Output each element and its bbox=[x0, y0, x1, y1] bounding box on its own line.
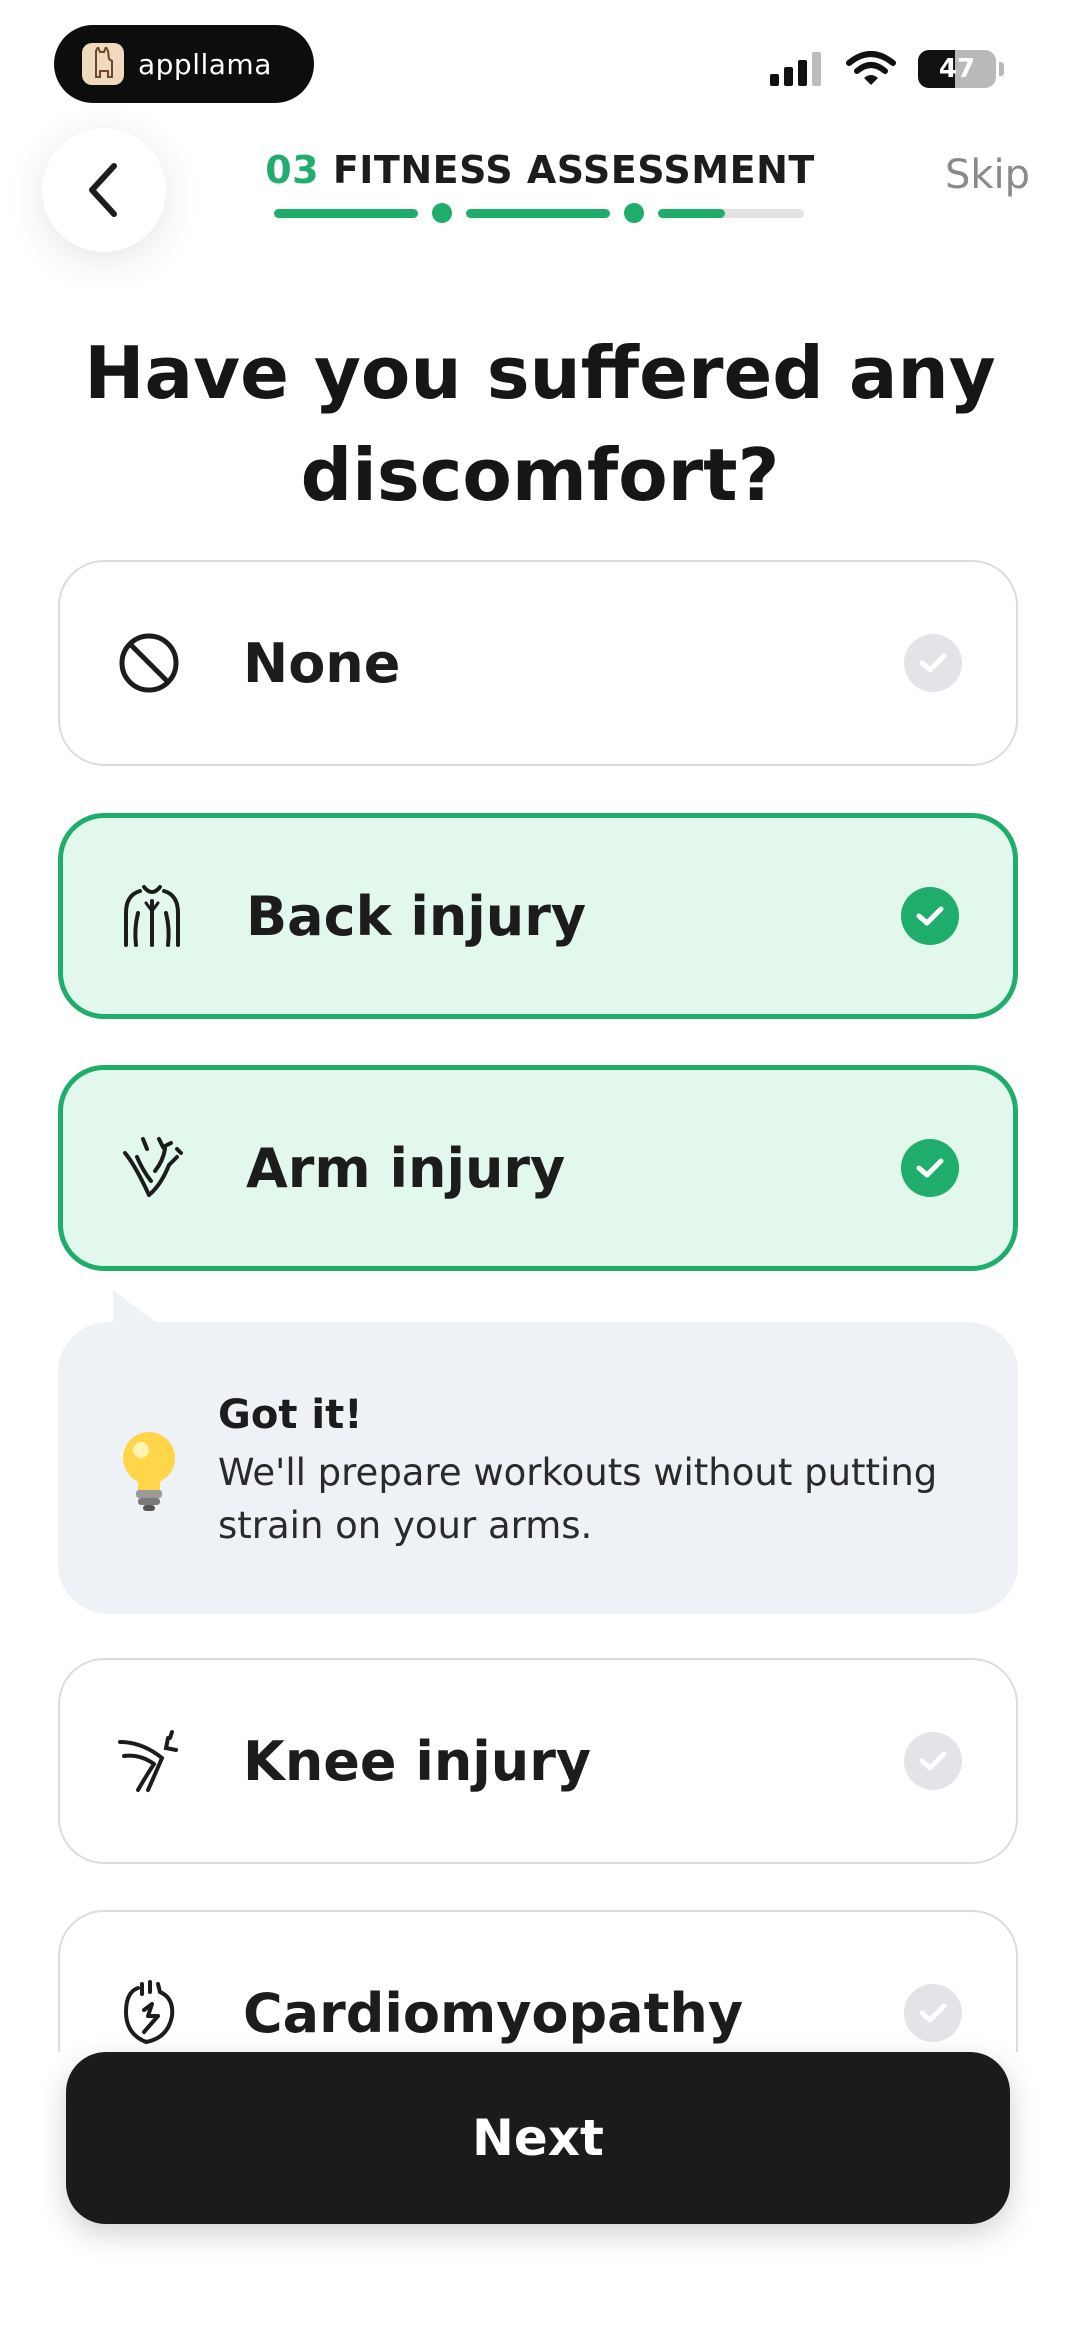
option-label: Cardiomyopathy bbox=[243, 1981, 744, 2045]
step-number: 03 bbox=[265, 148, 320, 192]
option-none[interactable]: None bbox=[58, 560, 1018, 766]
info-body: We'll prepare workouts without putting s… bbox=[218, 1451, 938, 1547]
status-icons: 47 bbox=[770, 50, 1004, 88]
block-icon bbox=[114, 628, 184, 698]
step-header: 03 FITNESS ASSESSMENT bbox=[0, 148, 1080, 192]
progress-dot bbox=[432, 203, 452, 223]
step-title: FITNESS ASSESSMENT bbox=[332, 148, 815, 192]
battery-level: 47 bbox=[938, 54, 976, 84]
screen: appllama 47 03 FITNESS ASSESSMENT Skip H… bbox=[0, 0, 1080, 2337]
back-icon bbox=[117, 881, 187, 951]
option-back-injury[interactable]: Back injury bbox=[58, 813, 1018, 1019]
option-label: Back injury bbox=[246, 884, 587, 948]
check-icon bbox=[904, 1732, 962, 1790]
wifi-icon bbox=[846, 51, 896, 85]
info-title: Got it! bbox=[218, 1392, 363, 1438]
check-icon bbox=[901, 887, 959, 945]
option-label: Arm injury bbox=[246, 1136, 566, 1200]
brand-pill: appllama bbox=[54, 25, 314, 103]
question-title: Have you suffered any discomfort? bbox=[84, 331, 996, 517]
option-arm-injury[interactable]: Arm injury bbox=[58, 1065, 1018, 1271]
llama-logo-icon bbox=[82, 43, 124, 85]
step-progress-bar bbox=[274, 203, 804, 225]
check-icon bbox=[904, 1984, 962, 2042]
check-icon bbox=[901, 1139, 959, 1197]
option-label: Knee injury bbox=[243, 1729, 592, 1793]
progress-segment bbox=[274, 209, 418, 218]
heart-icon bbox=[114, 1978, 184, 2048]
knee-icon bbox=[114, 1726, 184, 1796]
arm-icon bbox=[117, 1133, 187, 1203]
battery-indicator: 47 bbox=[918, 50, 996, 88]
progress-dot bbox=[624, 203, 644, 223]
progress-segment-current bbox=[658, 209, 725, 218]
skip-button[interactable]: Skip bbox=[945, 152, 1030, 198]
progress-segment bbox=[466, 209, 610, 218]
next-button[interactable]: Next bbox=[66, 2052, 1010, 2224]
info-bubble: Got it! We'll prepare workouts without p… bbox=[58, 1322, 1018, 1614]
cellular-signal-icon bbox=[770, 52, 821, 86]
lightbulb-icon bbox=[123, 1432, 175, 1511]
option-knee-injury[interactable]: Knee injury bbox=[58, 1658, 1018, 1864]
check-icon bbox=[904, 634, 962, 692]
option-label: None bbox=[243, 631, 401, 695]
battery-cap bbox=[999, 62, 1004, 76]
brand-name: appllama bbox=[138, 47, 272, 81]
